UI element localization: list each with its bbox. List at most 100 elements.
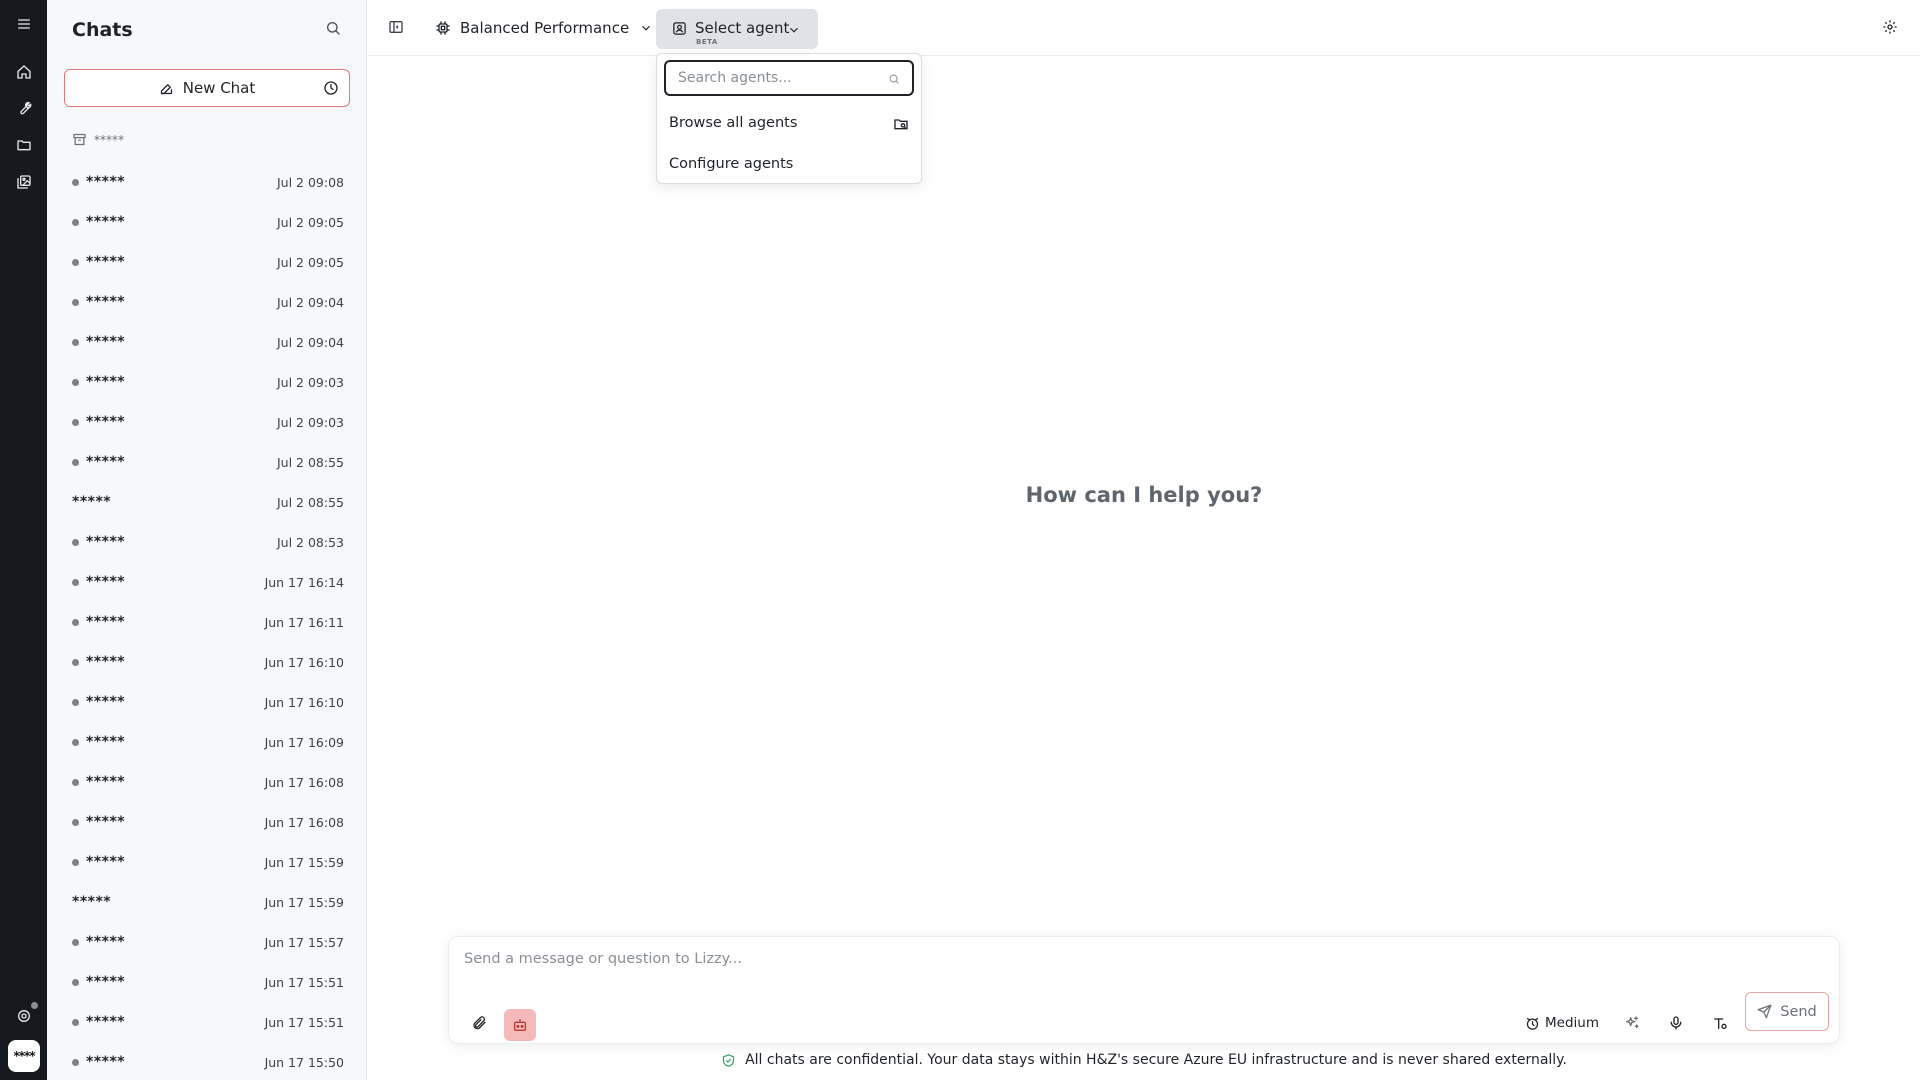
chat-status-dot	[72, 538, 79, 546]
browse-all-agents-label: Browse all agents	[669, 115, 798, 131]
chat-timestamp: Jun 17 15:59	[264, 854, 344, 870]
wrench-icon[interactable]	[13, 97, 35, 119]
chat-list-item[interactable]: ***** Jun 17 16:08	[47, 802, 367, 842]
chat-list-item[interactable]: ***** Jun 17 16:14	[47, 562, 367, 602]
new-chat-label: New Chat	[182, 79, 256, 97]
bot-icon	[673, 22, 686, 35]
chat-title: *****	[86, 534, 126, 550]
chat-list-item[interactable]: ***** Jul 2 09:03	[47, 362, 367, 402]
agent-search-input[interactable]	[678, 70, 868, 86]
send-button[interactable]: Send	[1745, 992, 1829, 1031]
history-icon[interactable]	[323, 80, 339, 96]
alarm-clock-icon	[1526, 1017, 1539, 1030]
chat-timestamp: Jul 2 08:55	[276, 454, 344, 470]
chat-list-item[interactable]: ***** Jul 2 09:05	[47, 202, 367, 242]
greeting-heading: How can I help you?	[1025, 483, 1263, 507]
chat-status-dot	[72, 378, 79, 386]
sidebar-title: Chats	[72, 19, 133, 41]
agent-search-box	[664, 60, 914, 96]
chat-timestamp: Jul 2 09:05	[276, 214, 344, 230]
chat-list-item[interactable]: ***** Jul 2 09:08	[47, 162, 367, 202]
chat-list-item[interactable]: ***** Jun 17 15:51	[47, 1002, 367, 1042]
chat-list-item[interactable]: ***** Jun 17 15:51	[47, 962, 367, 1002]
shield-check-icon	[722, 1053, 735, 1067]
chat-status-dot	[72, 738, 79, 746]
chat-list-item[interactable]: ***** Jun 17 16:08	[47, 762, 367, 802]
chat-title: *****	[86, 294, 126, 310]
chat-list-item[interactable]: ***** Jul 2 09:03	[47, 402, 367, 442]
chat-title: *****	[86, 254, 126, 270]
chat-timestamp: Jun 17 16:11	[264, 614, 344, 630]
chat-list-item[interactable]: ***** Jun 17 15:59	[47, 882, 367, 922]
model-selector[interactable]: Balanced Performance	[435, 14, 653, 42]
home-icon[interactable]	[13, 61, 35, 83]
sparkle-icon[interactable]	[1621, 1012, 1643, 1034]
chat-list-item[interactable]: ***** Jun 17 16:11	[47, 602, 367, 642]
chat-list-item[interactable]: ***** Jul 2 09:04	[47, 322, 367, 362]
select-agent-button[interactable]: Select agent BETA	[656, 9, 818, 49]
message-composer: Medium Send	[448, 936, 1840, 1044]
chat-list-item[interactable]: ***** Jun 17 16:10	[47, 642, 367, 682]
chat-list-item[interactable]: ***** Jul 2 09:04	[47, 282, 367, 322]
chat-timestamp: Jul 2 09:04	[276, 334, 344, 350]
chat-list-item[interactable]: ***** Jun 17 15:59	[47, 842, 367, 882]
disclaimer-text: All chats are confidential. Your data st…	[745, 1052, 1567, 1068]
chat-list-item[interactable]: ***** Jun 17 16:09	[47, 722, 367, 762]
send-label: Send	[1780, 1003, 1817, 1020]
paperclip-icon[interactable]	[468, 1012, 490, 1034]
chat-status-dot	[72, 1018, 79, 1026]
chat-list-item[interactable]: ***** Jul 2 09:05	[47, 242, 367, 282]
sidebar-toggle-icon[interactable]	[388, 19, 406, 37]
chat-status-dot	[72, 258, 79, 266]
chat-timestamp: Jun 17 15:59	[264, 894, 344, 910]
menu-icon[interactable]	[13, 13, 35, 35]
microphone-icon[interactable]	[1665, 1012, 1687, 1034]
search-icon[interactable]	[325, 20, 345, 40]
chat-status-dot	[72, 778, 79, 786]
chat-timestamp: Jul 2 08:55	[276, 494, 344, 510]
effort-label: Medium	[1545, 1015, 1599, 1031]
beta-badge: BETA	[696, 38, 718, 46]
chat-status-dot	[72, 698, 79, 706]
chat-timestamp: Jul 2 09:03	[276, 414, 344, 430]
chat-title: *****	[86, 934, 126, 950]
chat-timestamp: Jul 2 09:08	[276, 174, 344, 190]
chat-status-dot	[72, 938, 79, 946]
chat-status-dot	[72, 818, 79, 826]
gallery-icon[interactable]	[13, 171, 35, 193]
browse-all-agents-item[interactable]: Browse all agents	[657, 104, 921, 142]
chat-timestamp: Jun 17 16:10	[264, 694, 344, 710]
chat-title: *****	[72, 894, 112, 910]
chat-list-item[interactable]: ***** Jun 17 15:57	[47, 922, 367, 962]
chat-timestamp: Jun 17 16:08	[264, 774, 344, 790]
chat-timestamp: Jun 17 16:09	[264, 734, 344, 750]
search-icon	[889, 74, 899, 84]
chat-timestamp: Jul 2 09:05	[276, 254, 344, 270]
effort-selector[interactable]: Medium	[1525, 1012, 1599, 1034]
chat-timestamp: Jun 17 16:08	[264, 814, 344, 830]
avatar[interactable]: ****	[8, 1040, 40, 1072]
chat-list: ***** Jul 2 09:08 ***** Jul 2 09:05 ***** Jul…	[47, 162, 367, 1080]
chat-title: *****	[86, 414, 126, 430]
message-input[interactable]	[464, 947, 1764, 977]
chat-title: *****	[86, 694, 126, 710]
configure-agents-item[interactable]: Configure agents	[657, 145, 921, 183]
chat-list-item[interactable]: ***** Jun 17 15:50	[47, 1042, 367, 1080]
configure-agents-label: Configure agents	[669, 156, 794, 172]
chip-icon	[436, 21, 450, 35]
text-format-icon[interactable]	[1709, 1012, 1731, 1034]
archived-chats-row[interactable]: *****	[72, 132, 124, 147]
chat-list-item[interactable]: ***** Jul 2 08:55	[47, 442, 367, 482]
chat-list-item[interactable]: ***** Jul 2 08:53	[47, 522, 367, 562]
gear-icon[interactable]	[1882, 19, 1900, 37]
archive-icon	[73, 133, 86, 146]
folder-icon[interactable]	[13, 134, 35, 156]
chat-title: *****	[86, 374, 126, 390]
chat-list-item[interactable]: ***** Jul 2 08:55	[47, 482, 367, 522]
edit-icon	[160, 83, 172, 94]
new-chat-button[interactable]: New Chat	[64, 69, 350, 107]
chat-status-dot	[72, 458, 79, 466]
chat-list-item[interactable]: ***** Jun 17 16:10	[47, 682, 367, 722]
agent-toggle-button[interactable]	[504, 1009, 536, 1041]
chat-title: *****	[86, 454, 126, 470]
